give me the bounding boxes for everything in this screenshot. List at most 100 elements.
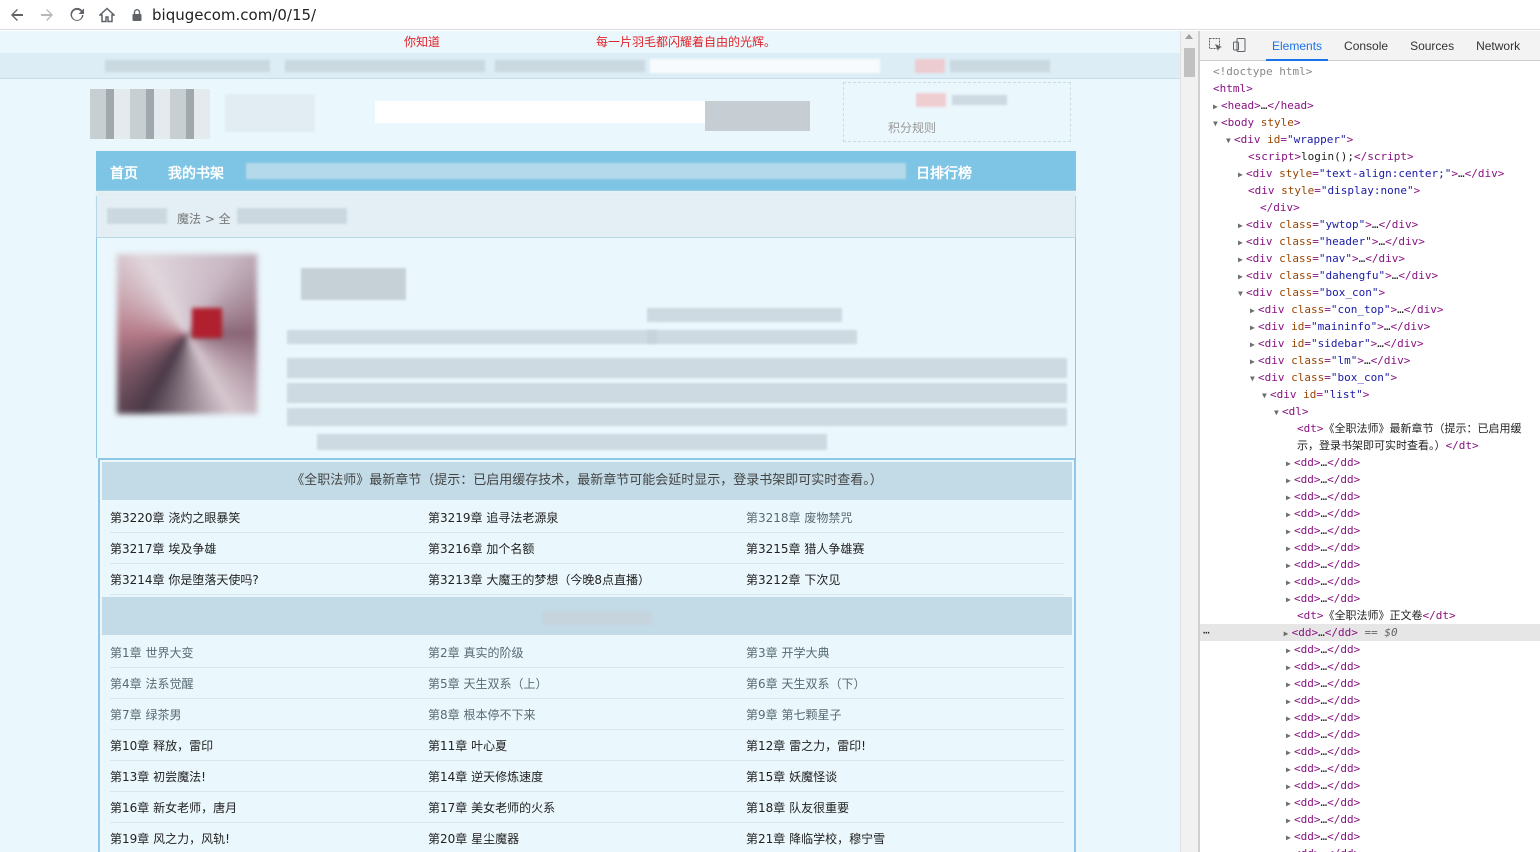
device-toolbar-icon[interactable] bbox=[1232, 37, 1248, 55]
dom-node[interactable]: ▶<dd>…</dd> bbox=[1286, 811, 1360, 828]
dom-node[interactable]: ▶<dd>…</dd> bbox=[1286, 505, 1360, 522]
chapter-link[interactable]: 第7章 绿茶男 bbox=[110, 706, 428, 723]
page-scrollbar[interactable] bbox=[1180, 31, 1198, 852]
dom-node[interactable]: <div style="display:none"> bbox=[1248, 182, 1420, 199]
chapter-link[interactable]: 第5章 天生双系（上） bbox=[428, 675, 746, 692]
chapter-link[interactable]: 第4章 法系觉醒 bbox=[110, 675, 428, 692]
chapter-link[interactable]: 第12章 雷之力，雷印! bbox=[746, 737, 1064, 754]
dom-node[interactable]: ▶<dd>…</dd> bbox=[1286, 641, 1360, 658]
dom-node[interactable]: ▼ <body style> bbox=[1213, 114, 1301, 131]
dom-node[interactable]: ▶ <div class="header">…</div> bbox=[1238, 233, 1425, 250]
selected-dom-node[interactable]: ⋯ ▶ <dd>…</dd> == $0 bbox=[1200, 624, 1540, 641]
chapter-link[interactable]: 第3214章 你是堕落天使吗? bbox=[110, 571, 428, 588]
chapter-link[interactable]: 第3章 开学大典 bbox=[746, 644, 1064, 661]
dom-node[interactable]: ▼ <dl> bbox=[1274, 403, 1309, 420]
dom-node[interactable]: ▶<dd>…</dd> bbox=[1286, 556, 1360, 573]
chapter-link[interactable]: 第3218章 废物禁咒 bbox=[746, 509, 1064, 526]
chapter-link[interactable]: 第3215章 猎人争雄赛 bbox=[746, 540, 1064, 557]
dom-node[interactable]: <dt>《全职法师》最新章节（提示：已启用缓 bbox=[1297, 420, 1522, 437]
dom-node[interactable]: ▶<dd>…</dd> bbox=[1286, 743, 1360, 760]
chapter-link[interactable]: 第1章 世界大变 bbox=[110, 644, 428, 661]
dom-node[interactable]: ▶<dd>…</dd> bbox=[1286, 760, 1360, 777]
chapter-link[interactable]: 第10章 释放，雷印 bbox=[110, 737, 428, 754]
chapter-link[interactable]: 第19章 风之力，风轨! bbox=[110, 830, 428, 847]
chapter-link[interactable]: 第3213章 大魔王的梦想（今晚8点直播） bbox=[428, 571, 746, 588]
dom-node[interactable]: ▶<dd>…</dd> bbox=[1286, 845, 1360, 852]
back-icon[interactable] bbox=[4, 2, 30, 28]
dom-node[interactable]: ▼ <div class="box_con"> bbox=[1238, 284, 1385, 301]
chapter-link[interactable]: 第11章 叶心夏 bbox=[428, 737, 746, 754]
dom-node[interactable]: <script>login();</script> bbox=[1248, 148, 1414, 165]
dom-node[interactable]: ▶<dd>…</dd> bbox=[1286, 675, 1360, 692]
page-viewport: 你知道 每一片羽毛都闪耀着自由的光辉。 积分规则 首页 我的书架 日排行榜 魔法… bbox=[0, 31, 1180, 852]
book-cover bbox=[117, 254, 257, 414]
chapter-link[interactable]: 第3219章 追寻法老源泉 bbox=[428, 509, 746, 526]
points-rule-link[interactable]: 积分规则 bbox=[888, 119, 936, 136]
tab-elements[interactable]: Elements bbox=[1265, 31, 1329, 61]
search-button[interactable] bbox=[705, 101, 810, 131]
dom-node[interactable]: ▶<dd>…</dd> bbox=[1286, 794, 1360, 811]
dom-node[interactable]: ▶ <div class="lm">…</div> bbox=[1250, 352, 1410, 369]
chapter-link[interactable]: 第3216章 加个名额 bbox=[428, 540, 746, 557]
dom-node[interactable]: <dt>《全职法师》正文卷</dt> bbox=[1297, 607, 1456, 624]
chapter-link[interactable]: 第9章 第七颗星子 bbox=[746, 706, 1064, 723]
table-row: 第7章 绿茶男 第8章 根本停不下来 第9章 第七颗星子 bbox=[110, 699, 1064, 730]
search-input[interactable] bbox=[375, 101, 705, 123]
dom-node[interactable]: ▼ <div id="wrapper"> bbox=[1226, 131, 1353, 148]
chapter-link[interactable]: 第18章 队友很重要 bbox=[746, 799, 1064, 816]
dom-node[interactable]: ▶<dd>…</dd> bbox=[1286, 539, 1360, 556]
dom-node[interactable]: ▶<dd>…</dd> bbox=[1286, 454, 1360, 471]
chapter-link[interactable]: 第3220章 浇灼之眼暴笑 bbox=[110, 509, 428, 526]
chapter-link[interactable]: 第2章 真实的阶级 bbox=[428, 644, 746, 661]
dom-node[interactable]: ▶<dd>…</dd> bbox=[1286, 522, 1360, 539]
nav-bookshelf[interactable]: 我的书架 bbox=[168, 163, 224, 183]
address-bar[interactable]: biqugecom.com/0/15/ bbox=[130, 2, 316, 28]
dom-node[interactable]: ▶<dd>…</dd> bbox=[1286, 709, 1360, 726]
tab-network[interactable]: Network bbox=[1476, 31, 1520, 61]
dom-node[interactable]: ▶<dd>…</dd> bbox=[1286, 573, 1360, 590]
home-icon[interactable] bbox=[94, 2, 120, 28]
dom-node[interactable]: ▶ <div class="dahengfu">…</div> bbox=[1238, 267, 1438, 284]
latest-chapters-header: 《全职法师》最新章节（提示：已启用缓存技术，最新章节可能会延时显示，登录书架即可… bbox=[102, 462, 1072, 500]
inspect-element-icon[interactable] bbox=[1208, 37, 1224, 55]
dom-node[interactable]: ▶<dd>…</dd> bbox=[1286, 488, 1360, 505]
dom-node[interactable]: ▶ <div class="con_top">…</div> bbox=[1250, 301, 1443, 318]
chapter-link[interactable]: 第14章 逆天修炼速度 bbox=[428, 768, 746, 785]
dom-node[interactable]: ▶<dd>…</dd> bbox=[1286, 777, 1360, 794]
forward-icon[interactable] bbox=[34, 2, 60, 28]
chapter-link[interactable]: 第16章 新女老师，唐月 bbox=[110, 799, 428, 816]
dom-node[interactable]: ▶ <div id="maininfo">…</div> bbox=[1250, 318, 1430, 335]
chapter-link[interactable]: 第15章 妖魔怪谈 bbox=[746, 768, 1064, 785]
dom-node[interactable]: ▶ <div class="ywtop">…</div> bbox=[1238, 216, 1418, 233]
dom-node[interactable]: ▶<dd>…</dd> bbox=[1286, 658, 1360, 675]
dom-node[interactable]: ▶<dd>…</dd> bbox=[1286, 726, 1360, 743]
nav-daily-rank[interactable]: 日排行榜 bbox=[916, 163, 972, 183]
tab-console[interactable]: Console bbox=[1344, 31, 1388, 61]
dom-node[interactable]: ▶<dd>…</dd> bbox=[1286, 828, 1360, 845]
dom-node[interactable]: ▶ <head>…</head> bbox=[1213, 97, 1314, 114]
dom-node[interactable]: </div> bbox=[1260, 199, 1300, 216]
tab-sources[interactable]: Sources bbox=[1410, 31, 1454, 61]
chapter-link[interactable]: 第8章 根本停不下来 bbox=[428, 706, 746, 723]
dom-node[interactable]: ▶ <div id="sidebar">…</div> bbox=[1250, 335, 1424, 352]
scroll-up-icon[interactable] bbox=[1185, 34, 1193, 39]
nav-home[interactable]: 首页 bbox=[110, 163, 138, 183]
dom-node[interactable]: ▶<dd>…</dd> bbox=[1286, 692, 1360, 709]
dom-node[interactable]: ▶<dd>…</dd> bbox=[1286, 590, 1360, 607]
chapter-link[interactable]: 第3212章 下次见 bbox=[746, 571, 1064, 588]
dom-node[interactable]: ▶<dd>…</dd> bbox=[1286, 471, 1360, 488]
reload-icon[interactable] bbox=[64, 2, 90, 28]
chapter-link[interactable]: 第17章 美女老师的火系 bbox=[428, 799, 746, 816]
dom-node[interactable]: ▶ <div class="nav">…</div> bbox=[1238, 250, 1405, 267]
chapter-link[interactable]: 第21章 降临学校，穆宁雪 bbox=[746, 830, 1064, 847]
dom-node[interactable]: <html> bbox=[1213, 80, 1253, 97]
dom-node[interactable]: <!doctype html> bbox=[1213, 63, 1312, 80]
chapter-link[interactable]: 第20章 星尘魔器 bbox=[428, 830, 746, 847]
dom-node[interactable]: ▼ <div id="list"> bbox=[1262, 386, 1369, 403]
chapter-link[interactable]: 第6章 天生双系（下） bbox=[746, 675, 1064, 692]
chapter-link[interactable]: 第3217章 埃及争雄 bbox=[110, 540, 428, 557]
chapter-link[interactable]: 第13章 初尝魔法! bbox=[110, 768, 428, 785]
dom-node[interactable]: ▶ <div style="text-align:center;">…</div> bbox=[1238, 165, 1504, 182]
scroll-thumb[interactable] bbox=[1184, 48, 1195, 77]
dom-node[interactable]: ▼ <div class="box_con"> bbox=[1250, 369, 1397, 386]
